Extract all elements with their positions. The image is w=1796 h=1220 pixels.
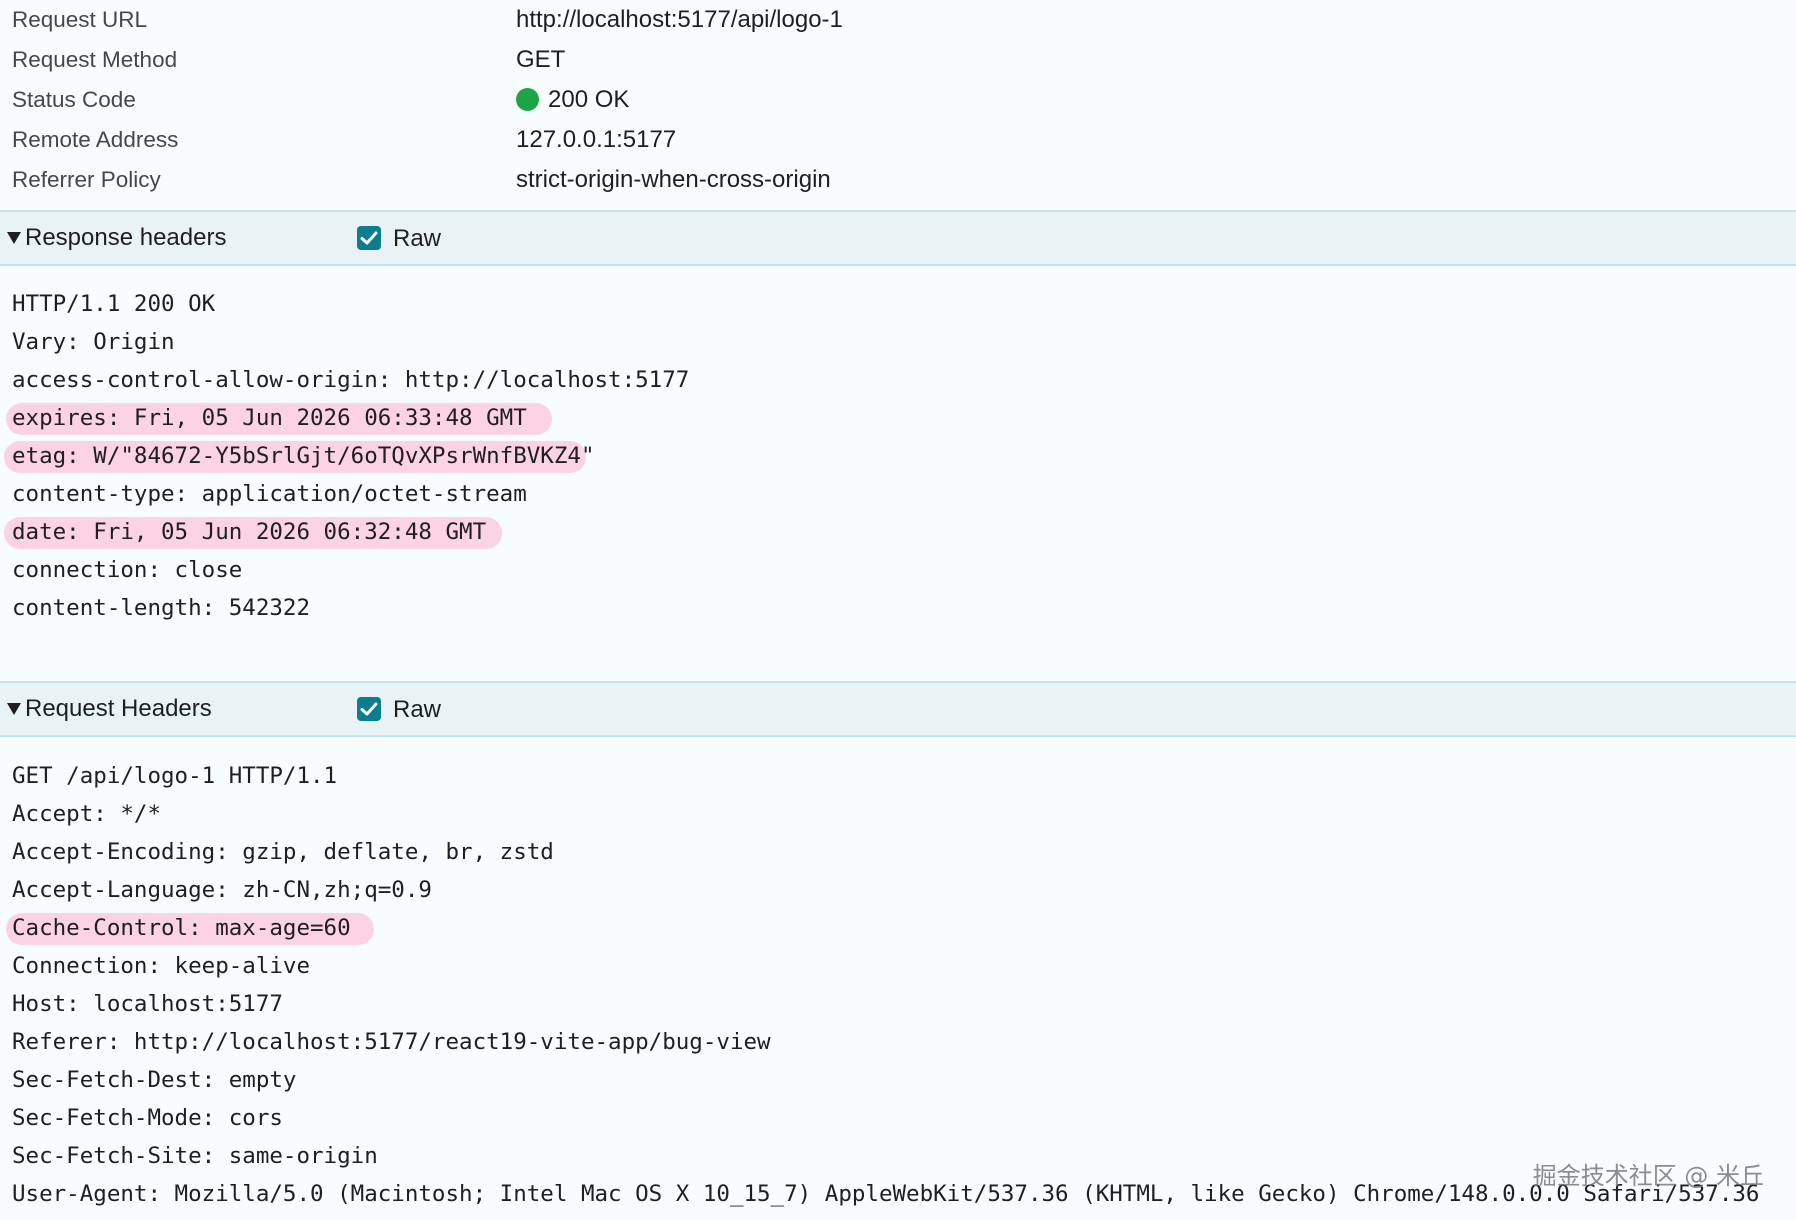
remote-address-value: 127.0.0.1:5177 xyxy=(516,126,677,153)
request-url-value[interactable]: http://localhost:5177/api/logo-1 xyxy=(516,0,843,40)
checkmark-icon xyxy=(360,702,378,716)
referrer-policy-value: strict-origin-when-cross-origin xyxy=(516,166,831,193)
response-header-line: Vary: Origin xyxy=(12,329,175,355)
response-headers-raw: HTTP/1.1 200 OK Vary: Origin access-cont… xyxy=(0,285,1796,627)
remote-address-key: Remote Address xyxy=(12,127,179,152)
request-raw-label[interactable]: Raw xyxy=(393,683,441,737)
response-header-line: content-type: application/octet-stream xyxy=(12,481,527,507)
response-header-line-highlighted: expires: Fri, 05 Jun 2026 06:33:48 GMT xyxy=(0,399,1796,437)
status-success-icon xyxy=(516,88,539,111)
request-header-line: Sec-Fetch-Site: same-origin xyxy=(12,1143,378,1169)
request-header-line: Accept-Language: zh-CN,zh;q=0.9 xyxy=(12,877,432,903)
request-headers-title[interactable]: Request Headers xyxy=(25,683,212,735)
referrer-policy-key: Referrer Policy xyxy=(12,167,161,192)
response-header-line: access-control-allow-origin: http://loca… xyxy=(12,367,690,393)
general-row-request-method: Request Method GET xyxy=(0,40,1796,80)
request-header-line: GET /api/logo-1 HTTP/1.1 xyxy=(12,763,338,789)
request-header-line: Referer: http://localhost:5177/react19-v… xyxy=(12,1029,771,1055)
general-row-remote-address: Remote Address 127.0.0.1:5177 xyxy=(0,120,1796,160)
response-header-line: content-length: 542322 xyxy=(12,595,311,621)
general-row-request-url: Request URL http://localhost:5177/api/lo… xyxy=(0,0,1796,40)
status-code-key: Status Code xyxy=(12,87,136,112)
watermark: 掘金技术社区 @ 米丘 xyxy=(1532,1162,1764,1190)
response-raw-checkbox[interactable] xyxy=(357,226,381,250)
request-header-line-user-agent: User-Agent: Mozilla/5.0 (Macintosh; Inte… xyxy=(12,1181,1760,1207)
general-row-status-code: Status Code 200 OK xyxy=(0,80,1796,120)
response-header-line: HTTP/1.1 200 OK xyxy=(12,291,216,317)
response-header-line-highlighted: etag: W/"84672-Y5bSrlGjt/6oTQvXPsrWnfBVK… xyxy=(0,437,1796,475)
request-header-line: Accept: */* xyxy=(12,801,162,827)
response-header-line-highlighted: date: Fri, 05 Jun 2026 06:32:48 GMT xyxy=(0,513,1796,551)
general-row-referrer-policy: Referrer Policy strict-origin-when-cross… xyxy=(0,160,1796,200)
expand-triangle-icon[interactable] xyxy=(7,703,21,715)
request-raw-checkbox[interactable] xyxy=(357,697,381,721)
request-method-key: Request Method xyxy=(12,47,178,72)
checkmark-icon xyxy=(360,231,378,245)
status-code-text: 200 OK xyxy=(548,86,630,113)
request-header-line: Host: localhost:5177 xyxy=(12,991,283,1017)
request-url-key: Request URL xyxy=(12,7,148,32)
request-header-line: Sec-Fetch-Mode: cors xyxy=(12,1105,283,1131)
status-code-value: 200 OK xyxy=(516,80,629,120)
response-headers-header[interactable]: Response headers Raw xyxy=(0,210,1796,266)
response-header-line: connection: close xyxy=(12,557,243,583)
general-section: Request URL http://localhost:5177/api/lo… xyxy=(0,0,1796,212)
response-headers-title[interactable]: Response headers xyxy=(25,212,226,264)
expand-triangle-icon[interactable] xyxy=(7,232,21,244)
request-header-line: Sec-Fetch-Dest: empty xyxy=(12,1067,297,1093)
response-raw-label[interactable]: Raw xyxy=(393,212,441,266)
request-header-line: Accept-Encoding: gzip, deflate, br, zstd xyxy=(12,839,554,865)
request-method-value: GET xyxy=(516,46,566,73)
request-header-line-highlighted: Cache-Control: max-age=60 xyxy=(0,909,1796,947)
request-header-line: Connection: keep-alive xyxy=(12,953,311,979)
request-headers-header[interactable]: Request Headers Raw xyxy=(0,681,1796,737)
request-headers-raw: GET /api/logo-1 HTTP/1.1 Accept: */* Acc… xyxy=(0,757,1796,1213)
